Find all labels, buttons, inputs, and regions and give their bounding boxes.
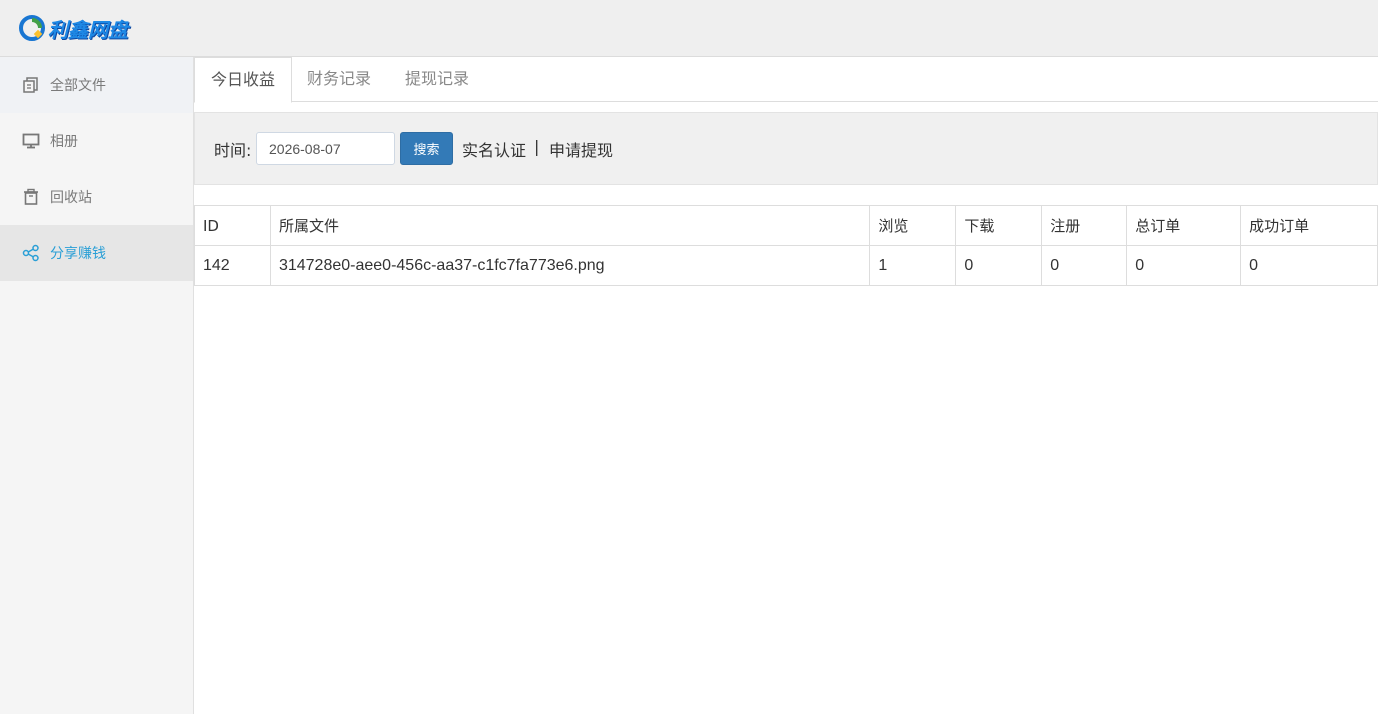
col-header-registrations: 注册 — [1041, 205, 1128, 246]
time-label: 时间: — [214, 141, 252, 160]
date-input[interactable] — [256, 132, 395, 165]
files-icon — [23, 77, 38, 93]
col-header-views: 浏览 — [869, 205, 957, 246]
sidebar-item-share-earn[interactable]: 分享赚钱 — [0, 225, 193, 281]
cell-id: 142 — [194, 245, 271, 286]
table-row: 142 314728e0-aee0-456c-aa37-c1fc7fa773e6… — [194, 245, 1378, 286]
share-icon — [22, 244, 39, 262]
link-separator: | — [534, 137, 540, 156]
cell-downloads: 0 — [955, 245, 1043, 286]
sidebar-item-album[interactable]: 相册 — [0, 113, 193, 169]
sidebar-item-all-files[interactable]: 全部文件 — [0, 57, 193, 113]
top-bar: 利鑫网盘 — [0, 0, 1378, 57]
sidebar: 全部文件 相册 回收站 分享赚钱 — [0, 57, 194, 714]
logo-text: 利鑫网盘 — [48, 17, 128, 42]
monitor-icon — [22, 133, 40, 149]
cell-registrations: 0 — [1041, 245, 1128, 286]
sidebar-item-label: 相册 — [50, 134, 78, 150]
sidebar-item-label: 全部文件 — [50, 78, 106, 94]
sidebar-item-label: 分享赚钱 — [50, 246, 106, 262]
col-header-success-orders: 成功订单 — [1240, 205, 1378, 246]
search-bar: 时间: 搜索 实名认证 | 申请提现 — [194, 112, 1378, 185]
tab-today-earnings[interactable]: 今日收益 — [194, 57, 293, 103]
search-button[interactable]: 搜索 — [400, 132, 453, 165]
col-header-total-orders: 总订单 — [1126, 205, 1242, 246]
col-header-id: ID — [194, 205, 271, 246]
app-logo[interactable]: 利鑫网盘 — [18, 12, 128, 44]
col-header-file: 所属文件 — [269, 205, 871, 246]
cell-views: 1 — [869, 245, 957, 286]
col-header-downloads: 下载 — [955, 205, 1043, 246]
cell-file: 314728e0-aee0-456c-aa37-c1fc7fa773e6.png — [269, 245, 871, 286]
main-content: 今日收益 财务记录 提现记录 时间: 搜索 实名认证 | 申请提现 ID 所属文… — [194, 57, 1378, 714]
tab-withdraw-records[interactable]: 提现记录 — [389, 57, 485, 102]
trash-icon — [24, 188, 38, 205]
cell-total-orders: 0 — [1126, 245, 1242, 286]
cell-success-orders: 0 — [1240, 245, 1378, 286]
sidebar-item-recycle-bin[interactable]: 回收站 — [0, 169, 193, 225]
tab-finance-records[interactable]: 财务记录 — [291, 57, 387, 102]
sidebar-item-label: 回收站 — [50, 190, 92, 206]
apply-withdraw-link[interactable]: 申请提现 — [549, 137, 613, 161]
logo-icon — [19, 15, 45, 41]
real-name-verify-link[interactable]: 实名认证 — [462, 137, 526, 161]
tab-bar: 今日收益 财务记录 提现记录 — [194, 57, 1378, 103]
table-header-row: ID 所属文件 浏览 下载 注册 总订单 成功订单 — [194, 205, 1378, 246]
earnings-table: ID 所属文件 浏览 下载 注册 总订单 成功订单 142 314728e0-a… — [194, 205, 1378, 286]
